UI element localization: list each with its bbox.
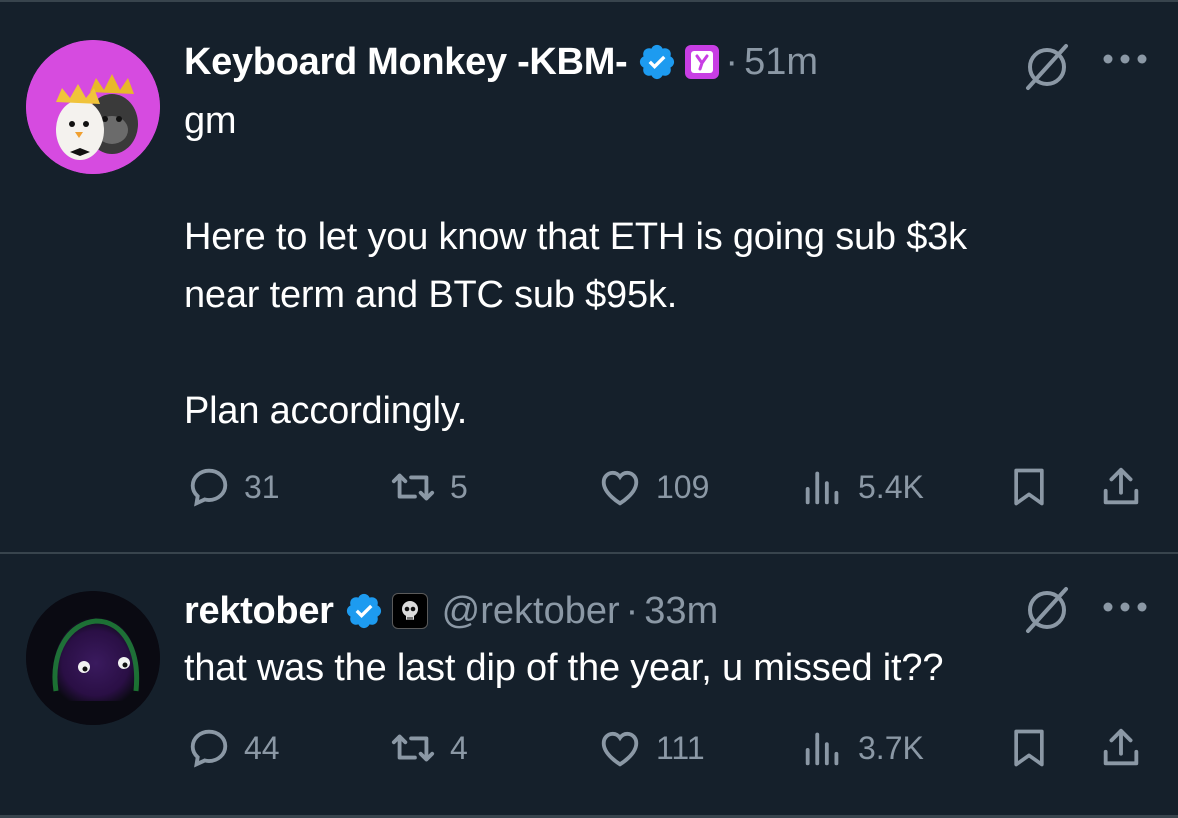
display-name[interactable]: Keyboard Monkey -KBM- [184,41,628,84]
dark-blob-avatar-icon [26,591,160,725]
reply-icon [190,468,228,507]
like-button[interactable]: 109 [596,462,709,512]
views-count: 5.4K [858,468,924,505]
like-count: 109 [656,468,710,505]
repost-count: 4 [450,729,468,766]
share-icon [1103,728,1139,766]
share-button[interactable] [1098,462,1144,512]
views-count: 3.7K [858,729,924,766]
verified-badge-icon[interactable] [637,42,677,82]
repost-icon [391,473,435,501]
heart-icon [601,731,639,767]
separator-dot: · [725,40,739,83]
views-chart-icon [805,471,839,505]
repost-count: 5 [450,468,468,505]
avatar[interactable] [26,591,160,725]
display-name[interactable]: rektober [184,590,334,633]
share-button[interactable] [1098,723,1144,773]
views-button[interactable]: 5.4K [800,462,924,512]
bookmark-button[interactable] [1007,462,1051,512]
separator-dot: · [625,589,639,632]
handle[interactable]: @rektober [442,590,620,633]
share-icon [1103,467,1139,505]
tweet-header: rektober @rektober · 33m [184,586,718,636]
avatar[interactable] [26,40,160,174]
reply-button[interactable]: 31 [186,462,280,512]
bookmark-icon [1014,468,1044,506]
grok-icon[interactable] [1020,40,1074,99]
tweet-header: Keyboard Monkey -KBM- · 51m [184,37,818,87]
like-count: 111 [656,729,705,766]
y-logo-badge-icon[interactable] [685,45,720,79]
tweet-actions: 31 5 109 5.4K [0,462,1178,512]
views-chart-icon [805,732,839,766]
repost-button[interactable]: 4 [388,723,468,773]
heart-icon [601,470,639,506]
bookmark-icon [1014,729,1044,767]
views-button[interactable]: 3.7K [800,723,924,773]
verified-badge-icon[interactable] [344,591,384,631]
tweet-text: gm Here to let you know that ETH is goin… [184,100,967,432]
more-options-icon[interactable] [1102,51,1148,72]
skull-badge-icon[interactable] [391,593,428,629]
tweet-text: that was the last dip of the year, u mis… [184,647,944,689]
reply-count: 44 [244,729,280,766]
grok-icon[interactable] [1020,583,1074,642]
timestamp[interactable]: 33m [644,590,718,633]
like-button[interactable]: 111 [596,723,705,773]
tweet-rektober[interactable]: rektober @rektober · 33m that was the la… [0,553,1178,818]
reply-icon [190,729,228,768]
repost-icon [391,734,435,762]
more-options-icon[interactable] [1102,599,1148,620]
repost-button[interactable]: 5 [388,462,468,512]
tweet-actions: 44 4 111 3.7K [0,723,1178,773]
timestamp[interactable]: 51m [744,41,818,84]
bookmark-button[interactable] [1007,723,1051,773]
reply-button[interactable]: 44 [186,723,280,773]
reply-count: 31 [244,468,280,505]
tweet-keyboard-monkey[interactable]: Keyboard Monkey -KBM- · 51m gm Here to l… [0,0,1178,553]
egg-and-gorilla-avatar-icon [26,40,160,174]
